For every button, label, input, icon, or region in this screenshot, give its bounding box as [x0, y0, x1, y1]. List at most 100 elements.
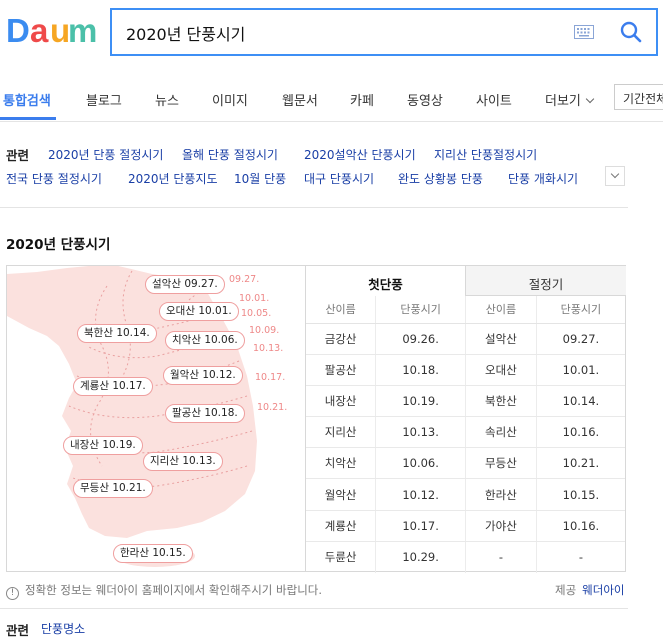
tab-news[interactable]: 뉴스	[155, 90, 179, 109]
tab-peak-foliage[interactable]: 절정기	[466, 266, 626, 296]
section-title: 2020년 단풍시기	[6, 237, 111, 253]
related-link[interactable]: 대구 단풍시기	[304, 170, 374, 187]
info-note: ! 정확한 정보는 웨더아이 홈페이지에서 확인해주시기 바랍니다.	[6, 582, 322, 600]
active-tab-underline	[0, 117, 56, 120]
date-marker: 10.01.	[239, 293, 270, 304]
table-cell: 10.15.	[536, 478, 625, 511]
col-header: 단풍시기	[536, 296, 625, 324]
related-link[interactable]: 완도 상황봉 단풍	[398, 170, 483, 187]
tab-more-label: 더보기	[545, 94, 581, 109]
tab-image[interactable]: 이미지	[212, 90, 248, 109]
tab-site[interactable]: 사이트	[476, 90, 512, 109]
bottom-related-link[interactable]: 단풍명소	[41, 620, 85, 637]
search-input[interactable]	[126, 21, 546, 45]
table-cell: 09.27.	[536, 323, 625, 355]
mountain-label: 팔공산 10.18.	[165, 404, 245, 423]
tab-video[interactable]: 동영상	[407, 90, 443, 109]
logo-letter-d: D	[6, 12, 30, 49]
table-cell: 10.16.	[536, 510, 625, 542]
table-cell: 두륜산	[306, 541, 377, 573]
bottom-related-label: 관련	[6, 623, 30, 638]
table-cell: 팔공산	[306, 354, 377, 386]
mountain-label: 지리산 10.13.	[143, 452, 223, 471]
mountain-label: 치악산 10.06.	[165, 331, 245, 350]
mountain-label: 월악산 10.12.	[163, 366, 243, 385]
chevron-down-icon	[585, 94, 595, 104]
table-cell: 가야산	[465, 510, 537, 542]
table-cell: 10.21.	[536, 447, 625, 480]
table-cell: 10.17.	[375, 510, 466, 542]
table-cell: 09.26.	[375, 323, 466, 355]
table-cell: 치악산	[306, 447, 377, 480]
table-row: 두륜산 10.29. - -	[306, 541, 625, 573]
logo-letter-u: u	[50, 12, 70, 49]
related-link[interactable]: 올해 단풍 절정시기	[182, 146, 278, 163]
related-link[interactable]: 전국 단풍 절정시기	[6, 170, 102, 187]
date-marker: 10.09.	[249, 325, 280, 336]
tab-cafe[interactable]: 카페	[350, 90, 374, 109]
tab-more[interactable]: 더보기	[545, 90, 595, 109]
table-cell: 지리산	[306, 416, 377, 449]
table-cell: 10.14.	[536, 385, 625, 418]
table-row: 금강산 09.26. 설악산 09.27.	[306, 323, 625, 355]
col-header: 단풍시기	[375, 296, 466, 324]
related-link[interactable]: 지리산 단풍절정시기	[434, 146, 537, 163]
foliage-map: 09.27. 10.01. 10.05. 10.09. 10.13. 10.17…	[6, 265, 305, 572]
info-note-text: 정확한 정보는 웨더아이 홈페이지에서 확인해주시기 바랍니다.	[25, 583, 323, 597]
col-header: 산이름	[306, 296, 377, 324]
table-row: 치악산 10.06. 무등산 10.21.	[306, 447, 625, 480]
date-marker: 09.27.	[229, 274, 260, 285]
tab-integrated[interactable]: 통합검색	[3, 90, 51, 109]
table-cell: 10.29.	[375, 541, 466, 573]
mountain-label: 설악산 09.27.	[145, 275, 225, 294]
daum-logo[interactable]: D a u m	[6, 12, 97, 49]
keyboard-icon[interactable]	[574, 25, 594, 39]
tab-webdoc[interactable]: 웹문서	[282, 90, 318, 109]
col-header: 산이름	[465, 296, 537, 324]
table-cell: 10.19.	[375, 385, 466, 418]
tab-blog[interactable]: 블로그	[86, 90, 122, 109]
date-marker: 10.17.	[255, 372, 286, 383]
period-filter-button[interactable]: 기간전체	[614, 84, 663, 110]
chevron-down-icon	[610, 169, 620, 179]
table-row: 내장산 10.19. 북한산 10.14.	[306, 385, 625, 418]
provider-label: 제공	[555, 583, 577, 597]
table-row: 지리산 10.13. 속리산 10.16.	[306, 416, 625, 449]
related-expand-button[interactable]	[605, 166, 625, 186]
related-link[interactable]: 10월 단풍	[234, 170, 286, 187]
date-marker: 10.13.	[253, 343, 284, 354]
table-cell: 10.16.	[536, 416, 625, 449]
table-cell: 오대산	[465, 354, 537, 386]
table-cell: -	[578, 550, 583, 565]
table-cell: 무등산	[465, 447, 537, 480]
related-link[interactable]: 2020설악산 단풍시기	[304, 146, 416, 163]
table-cell: 계룡산	[306, 510, 377, 542]
foliage-table: 첫단풍 절정기 산이름 단풍시기 산이름 단풍시기 금강산 09.26. 설악산…	[305, 265, 626, 573]
logo-letter-m: m	[68, 12, 97, 49]
table-cell: 속리산	[465, 416, 537, 449]
search-icon[interactable]	[620, 21, 642, 43]
mountain-label: 무등산 10.21.	[73, 479, 153, 498]
search-tabs: 통합검색 블로그 뉴스 이미지 웹문서 카페 동영상 사이트 더보기 기간전체	[0, 76, 663, 122]
mountain-label: 한라산 10.15.	[113, 544, 193, 563]
date-marker: 10.05.	[241, 308, 272, 319]
table-cell: 월악산	[306, 478, 377, 511]
related-link[interactable]: 2020년 단풍지도	[128, 170, 218, 187]
table-cell: 북한산	[465, 385, 537, 418]
table-cell: 설악산	[465, 323, 537, 355]
related-link[interactable]: 단풍 개화시기	[508, 170, 578, 187]
table-cell: 금강산	[306, 323, 377, 355]
table-row: 계룡산 10.17. 가야산 10.16.	[306, 510, 625, 542]
table-cell: -	[465, 541, 537, 573]
tab-first-foliage[interactable]: 첫단풍	[306, 266, 466, 296]
table-cell: 10.01.	[536, 354, 625, 386]
table-cell: 10.13.	[375, 416, 466, 449]
table-cell: 10.12.	[375, 478, 466, 511]
date-marker: 10.21.	[257, 402, 288, 413]
mountain-label: 오대산 10.01.	[159, 302, 239, 321]
mountain-label: 내장산 10.19.	[63, 436, 143, 455]
info-icon: !	[6, 587, 19, 600]
provider-link[interactable]: 웨더아이	[582, 583, 624, 597]
related-link[interactable]: 2020년 단풍 절정시기	[48, 146, 163, 163]
related-label: 관련	[6, 148, 30, 163]
